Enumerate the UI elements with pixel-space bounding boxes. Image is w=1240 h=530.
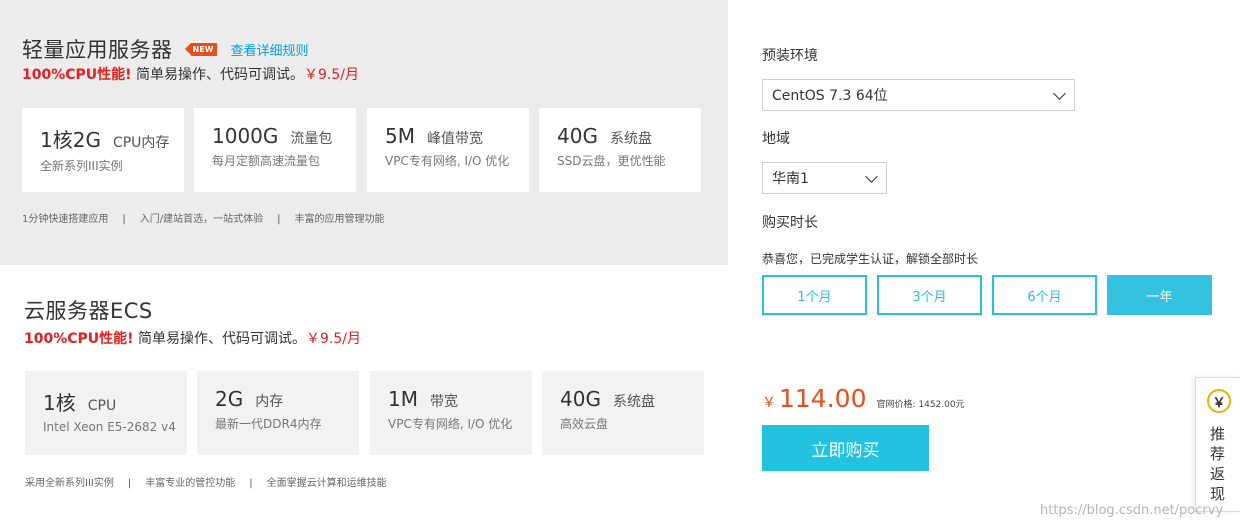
region-select[interactable]: 华南1 [762, 162, 887, 194]
spec-card-disk: 40G 系统盘 SSD云盘，更优性能 [539, 108, 701, 192]
duration-1-month[interactable]: 1个月 [762, 275, 867, 315]
product-title: 轻量应用服务器 [22, 38, 173, 62]
product-slogan: 100%CPU性能! 简单易操作、代码可调试。￥9.5/月 [24, 331, 361, 347]
product-card-ecs[interactable]: 云服务器ECS 100%CPU性能! 简单易操作、代码可调试。￥9.5/月 1核… [0, 265, 728, 530]
spec-card-disk: 40G 系统盘 高效云盘 [542, 371, 704, 455]
spec-card-bandwidth: 1M 带宽 VPC专有网络, I/O 优化 [370, 371, 532, 455]
region-label: 地域 [762, 131, 790, 147]
product-card-lightweight[interactable]: 轻量应用服务器 NEW 查看详细规则 100%CPU性能! 简单易操作、代码可调… [0, 0, 728, 265]
view-rules-link[interactable]: 查看详细规则 [230, 40, 308, 59]
spec-card-traffic: 1000G 流量包 每月定额高速流量包 [194, 108, 356, 192]
spec-card-bandwidth: 5M 峰值带宽 VPC专有网络, I/O 优化 [367, 108, 529, 192]
spec-card-memory: 2G 内存 最新一代DDR4内存 [197, 371, 359, 455]
price-row: ￥ 114.00 官网价格: 1452.00元 [762, 384, 965, 413]
duration-3-months[interactable]: 3个月 [877, 275, 982, 315]
duration-label: 购买时长 [762, 215, 818, 231]
cashback-tab-label: 推荐返现 [1210, 425, 1226, 503]
purchase-panel: 预装环境 CentOS 7.3 64位 地域 华南1 购买时长 恭喜您，已完成学… [728, 0, 1240, 530]
feature-list: 采用全新系列III实例 | 丰富专业的管控功能 | 全面掌握云计算和运维技能 [25, 478, 387, 489]
spec-card-cpu: 1核 CPU Intel Xeon E5-2682 v4 [25, 371, 187, 455]
env-select[interactable]: CentOS 7.3 64位 [762, 79, 1075, 111]
cashback-side-tab[interactable]: ￥ 推荐返现 [1195, 377, 1240, 512]
student-note: 恭喜您，已完成学生认证，解锁全部时长 [762, 252, 979, 266]
buy-now-button[interactable]: 立即购买 [762, 425, 929, 471]
env-label: 预装环境 [762, 48, 818, 64]
product-title: 云服务器ECS [24, 299, 153, 323]
duration-1-year[interactable]: 一年 [1107, 275, 1212, 315]
yen-coin-icon: ￥ [1207, 389, 1231, 413]
new-badge: NEW [184, 42, 218, 56]
duration-6-months[interactable]: 6个月 [992, 275, 1097, 315]
product-title-row: 轻量应用服务器 NEW 查看详细规则 [22, 34, 309, 64]
watermark: https://blog.csdn.net/pocrvy [1040, 503, 1224, 518]
product-title-row: 云服务器ECS [24, 295, 153, 325]
chevron-down-icon [865, 170, 878, 183]
chevron-down-icon [1053, 87, 1066, 100]
price-amount: 114.00 [779, 384, 867, 413]
feature-list: 1分钟快速搭建应用 | 入门/建站首选，一站式体验 | 丰富的应用管理功能 [22, 214, 385, 225]
product-slogan: 100%CPU性能! 简单易操作、代码可调试。￥9.5/月 [22, 67, 359, 83]
currency-symbol: ￥ [762, 395, 776, 411]
original-price: 官网价格: 1452.00元 [876, 400, 965, 410]
product-list: 轻量应用服务器 NEW 查看详细规则 100%CPU性能! 简单易操作、代码可调… [0, 0, 728, 530]
spec-card-cpu-mem: 1核2G CPU内存 全新系列III实例 [22, 108, 184, 192]
